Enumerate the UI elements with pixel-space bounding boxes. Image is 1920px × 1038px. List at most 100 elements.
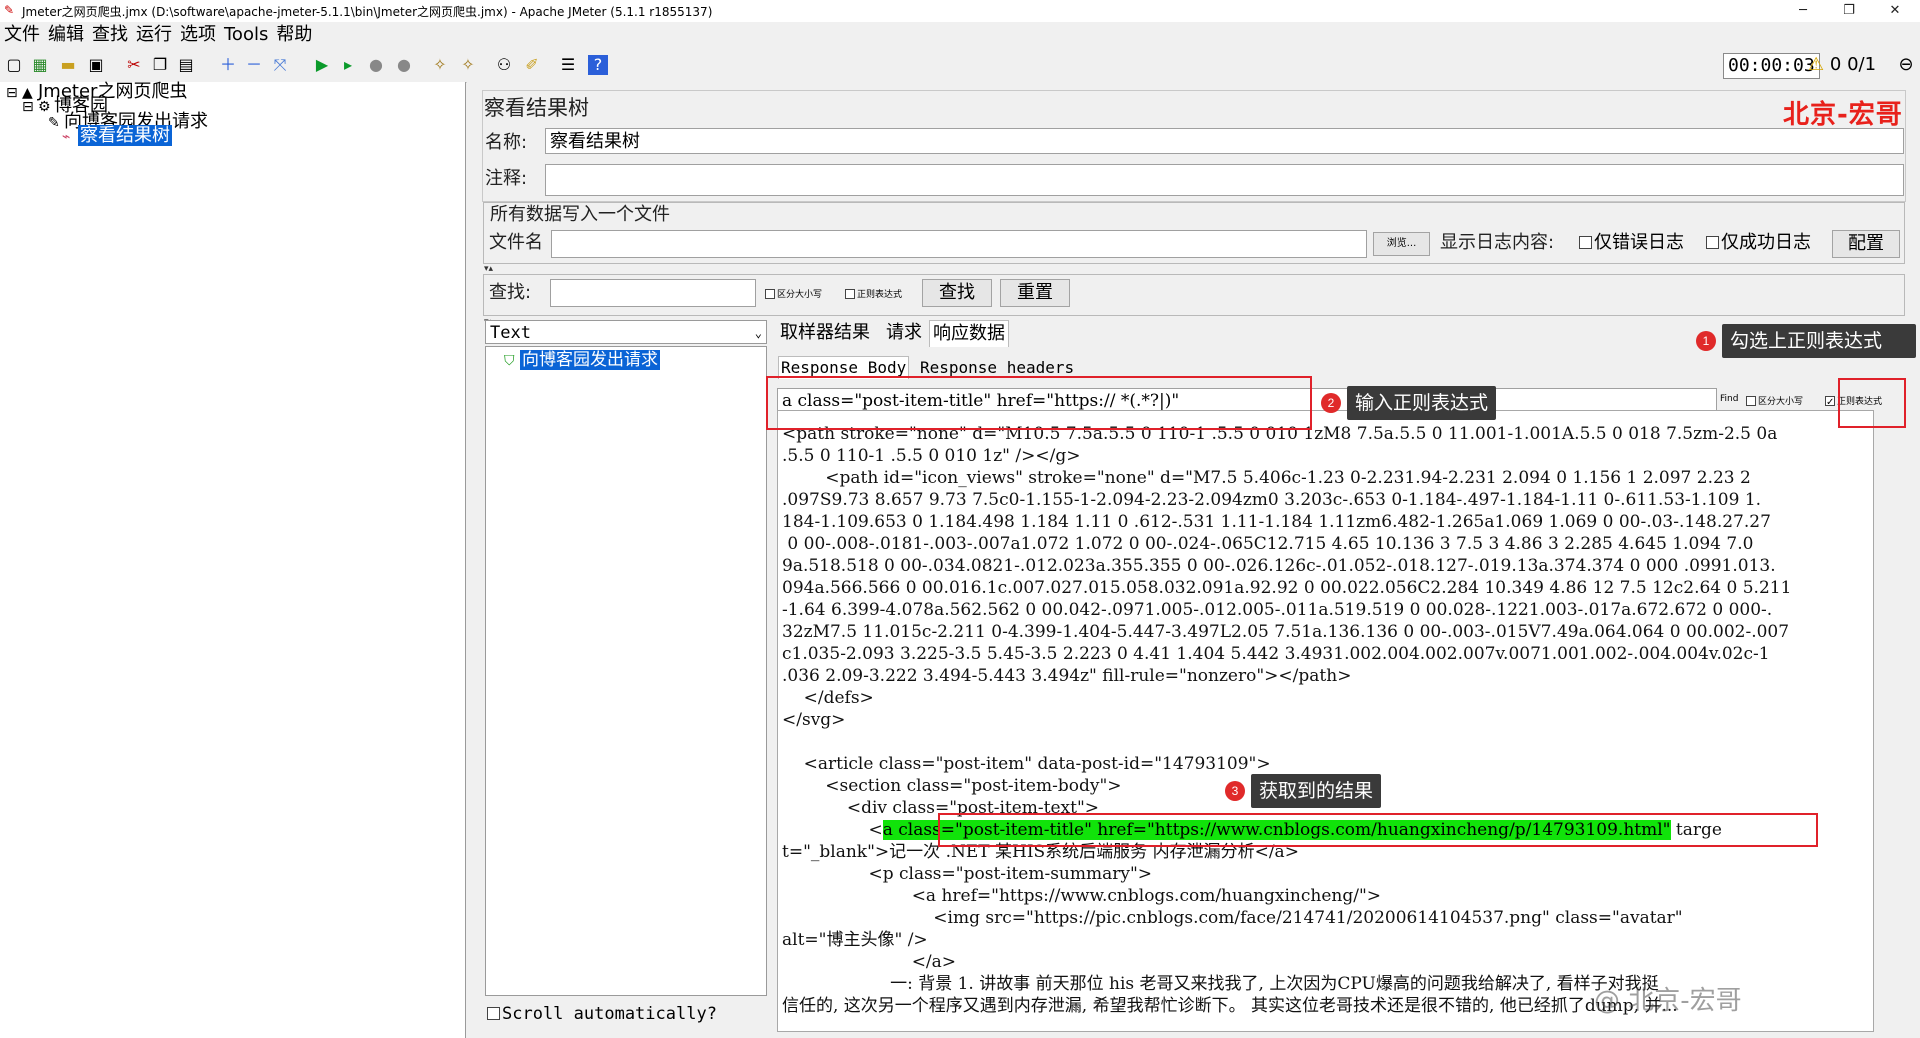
search-label: 查找:	[489, 282, 532, 303]
menu-tools[interactable]: Tools	[220, 22, 272, 48]
comment-label: 注释:	[485, 168, 528, 189]
case-sensitive-checkbox[interactable]: 区分大小写	[765, 284, 822, 306]
browse-button[interactable]: 浏览...	[1373, 232, 1430, 256]
code-line: <section class="post-item-body">	[782, 776, 1122, 796]
callout-check-regex: 勾选上正则表达式	[1722, 324, 1916, 358]
results-list-pane: Text ⌄ ⛉ 向博客园发出请求 Scroll automatically?	[485, 320, 769, 1030]
menu-bar: 文件 编辑 查找 运行 选项 Tools 帮助	[0, 22, 1920, 48]
filename-label: 文件名	[489, 232, 543, 253]
tab-sampler-result[interactable]: 取样器结果	[777, 320, 873, 346]
step-badge-1: 1	[1696, 331, 1716, 351]
code-line: <path id="icon_views" stroke="none" d="M…	[782, 468, 1751, 488]
clear-all-icon[interactable]: ✧	[458, 55, 478, 75]
panel-heading: 察看结果树	[484, 96, 589, 120]
success-shield-icon: ⛉	[504, 353, 515, 369]
collapse-icon[interactable]: －	[244, 55, 264, 75]
tab-response-data[interactable]: 响应数据	[929, 320, 1009, 347]
restore-button[interactable]: ❐	[1826, 0, 1872, 22]
close-button[interactable]: ✕	[1872, 0, 1918, 22]
name-label: 名称:	[485, 132, 528, 153]
open-icon[interactable]: ▬	[58, 55, 78, 75]
reset-search-icon[interactable]: ✐	[522, 55, 542, 75]
regex-checkbox-highlight-box	[1838, 378, 1906, 428]
result-highlight-box	[938, 813, 1818, 847]
elapsed-timer: 00:00:03	[1723, 53, 1820, 79]
regex-input-highlight-box	[766, 376, 1312, 430]
menu-help[interactable]: 帮助	[272, 22, 316, 48]
clear-icon[interactable]: ✧	[430, 55, 450, 75]
log-content-label: 显示日志内容:	[1440, 232, 1555, 253]
code-line: <img src="https://pic.cnblogs.com/face/2…	[782, 908, 1683, 928]
copy-icon[interactable]: ❐	[150, 55, 170, 75]
stop-icon[interactable]: ●	[366, 55, 386, 75]
expand-toggle-icon[interactable]: ⊟	[22, 97, 38, 117]
new-icon[interactable]: ▢	[4, 55, 24, 75]
regex-checkbox[interactable]: 正则表达式	[845, 284, 902, 306]
minimize-button[interactable]: ─	[1780, 0, 1826, 22]
paste-icon[interactable]: ▤	[176, 55, 196, 75]
thread-count: 0/1	[1847, 54, 1877, 75]
title-bar: ✎ Jmeter之网页爬虫.jmx (D:\software\apache-jm…	[0, 0, 1920, 23]
results-list: ⛉ 向博客园发出请求	[485, 346, 767, 996]
toggle-icon[interactable]: ⤧	[270, 55, 290, 75]
reset-button[interactable]: 重置	[1000, 279, 1070, 307]
collapse-arrows-icon[interactable]: ▾▴	[484, 264, 493, 274]
renderer-select[interactable]: Text ⌄	[485, 320, 767, 344]
start-no-pauses-icon[interactable]: ▸	[338, 55, 358, 75]
code-line: alt="博主头像" />	[782, 930, 928, 950]
code-line: <article class="post-item" data-post-id=…	[782, 754, 1271, 774]
comment-input[interactable]	[545, 164, 1904, 196]
step-badge-2: 2	[1321, 393, 1341, 413]
code-line: 9a.518.518 0 00-.034.0821-.012.023a.355.…	[782, 556, 1776, 576]
response-body-text[interactable]: <path stroke="none" d="M10.5 7.5a.5.5 0 …	[777, 410, 1874, 1032]
menu-options[interactable]: 选项	[176, 22, 220, 48]
response-find-label: Find	[1720, 394, 1739, 404]
warning-icon: ⚠	[1808, 54, 1825, 75]
start-icon[interactable]: ▶	[312, 55, 332, 75]
binoculars-icon[interactable]: ⚇	[494, 55, 514, 75]
chevron-down-icon[interactable]: ⌄	[755, 321, 762, 345]
code-line: <a href="https://www.cnblogs.com/huangxi…	[782, 886, 1382, 906]
expand-toggle-icon[interactable]: ⊟	[6, 83, 22, 103]
code-line: <p class="post-item-summary">	[782, 864, 1153, 884]
code-line: 32zM7.5 11.015c-2.211 0-4.399-1.404-5.44…	[782, 622, 1790, 642]
scroll-automatically-checkbox[interactable]: Scroll automatically?	[487, 1003, 717, 1025]
help-icon[interactable]: ?	[588, 55, 608, 75]
code-line: 信任的, 这次另一个程序又遇到内存泄漏, 希望我帮忙诊断下。 其实这位老哥技术还…	[782, 996, 1678, 1016]
cut-icon[interactable]: ✂	[124, 55, 144, 75]
remote-engines-icon[interactable]: ⊖	[1896, 55, 1916, 75]
save-icon[interactable]: ▣	[86, 55, 106, 75]
code-line: 184-1.109.653 0 1.184.498 1.184 1.11 0 .…	[782, 512, 1771, 532]
brand-watermark: 北京-宏哥	[1783, 100, 1903, 130]
tab-request[interactable]: 请求	[883, 320, 925, 346]
warning-counter: ⚠ 0 0/1	[1808, 53, 1876, 77]
menu-run[interactable]: 运行	[132, 22, 176, 48]
search-input[interactable]	[550, 279, 756, 307]
shutdown-icon[interactable]: ●	[394, 55, 414, 75]
tree-node-listener[interactable]: ⌁ 察看结果树	[62, 125, 172, 147]
find-button[interactable]: 查找	[922, 279, 992, 307]
code-line: c1.035-2.093 3.225-3.5 5.45-3.5 2.223 0 …	[782, 644, 1770, 664]
listener-icon: ⌁	[62, 129, 71, 145]
file-section-title: 所有数据写入一个文件	[490, 204, 670, 225]
jmeter-app-icon: ✎	[4, 3, 15, 17]
code-line: 0 00-.008-.0181-.003-.007a1.072 1.072 0 …	[782, 534, 1754, 554]
filename-input[interactable]	[551, 230, 1367, 258]
code-line: .036 2.09-3.222 3.494-5.443 3.494z" fill…	[782, 666, 1352, 686]
expand-icon[interactable]: ＋	[218, 55, 238, 75]
menu-file[interactable]: 文件	[0, 22, 44, 48]
menu-edit[interactable]: 编辑	[44, 22, 88, 48]
result-item[interactable]: ⛉ 向博客园发出请求	[504, 350, 660, 371]
function-helper-icon[interactable]: ☰	[558, 55, 578, 75]
callout-enter-regex: 输入正则表达式	[1347, 386, 1497, 420]
menu-search[interactable]: 查找	[88, 22, 132, 48]
code-line: .5.5 0 110-1 .5.5 0 010 1z" /></g>	[782, 446, 1081, 466]
templates-icon[interactable]: ▦	[30, 55, 50, 75]
errors-only-checkbox[interactable]: 仅错误日志	[1579, 232, 1684, 254]
configure-button[interactable]: 配置	[1832, 230, 1900, 258]
watermark-text: @ 北京-宏哥	[1594, 986, 1742, 1016]
name-input[interactable]: 察看结果树	[545, 128, 1904, 154]
warning-count: 0	[1829, 54, 1842, 75]
code-line: -1.64 6.399-4.078a.562.562 0 00.042-.097…	[782, 600, 1773, 620]
success-only-checkbox[interactable]: 仅成功日志	[1706, 232, 1811, 254]
